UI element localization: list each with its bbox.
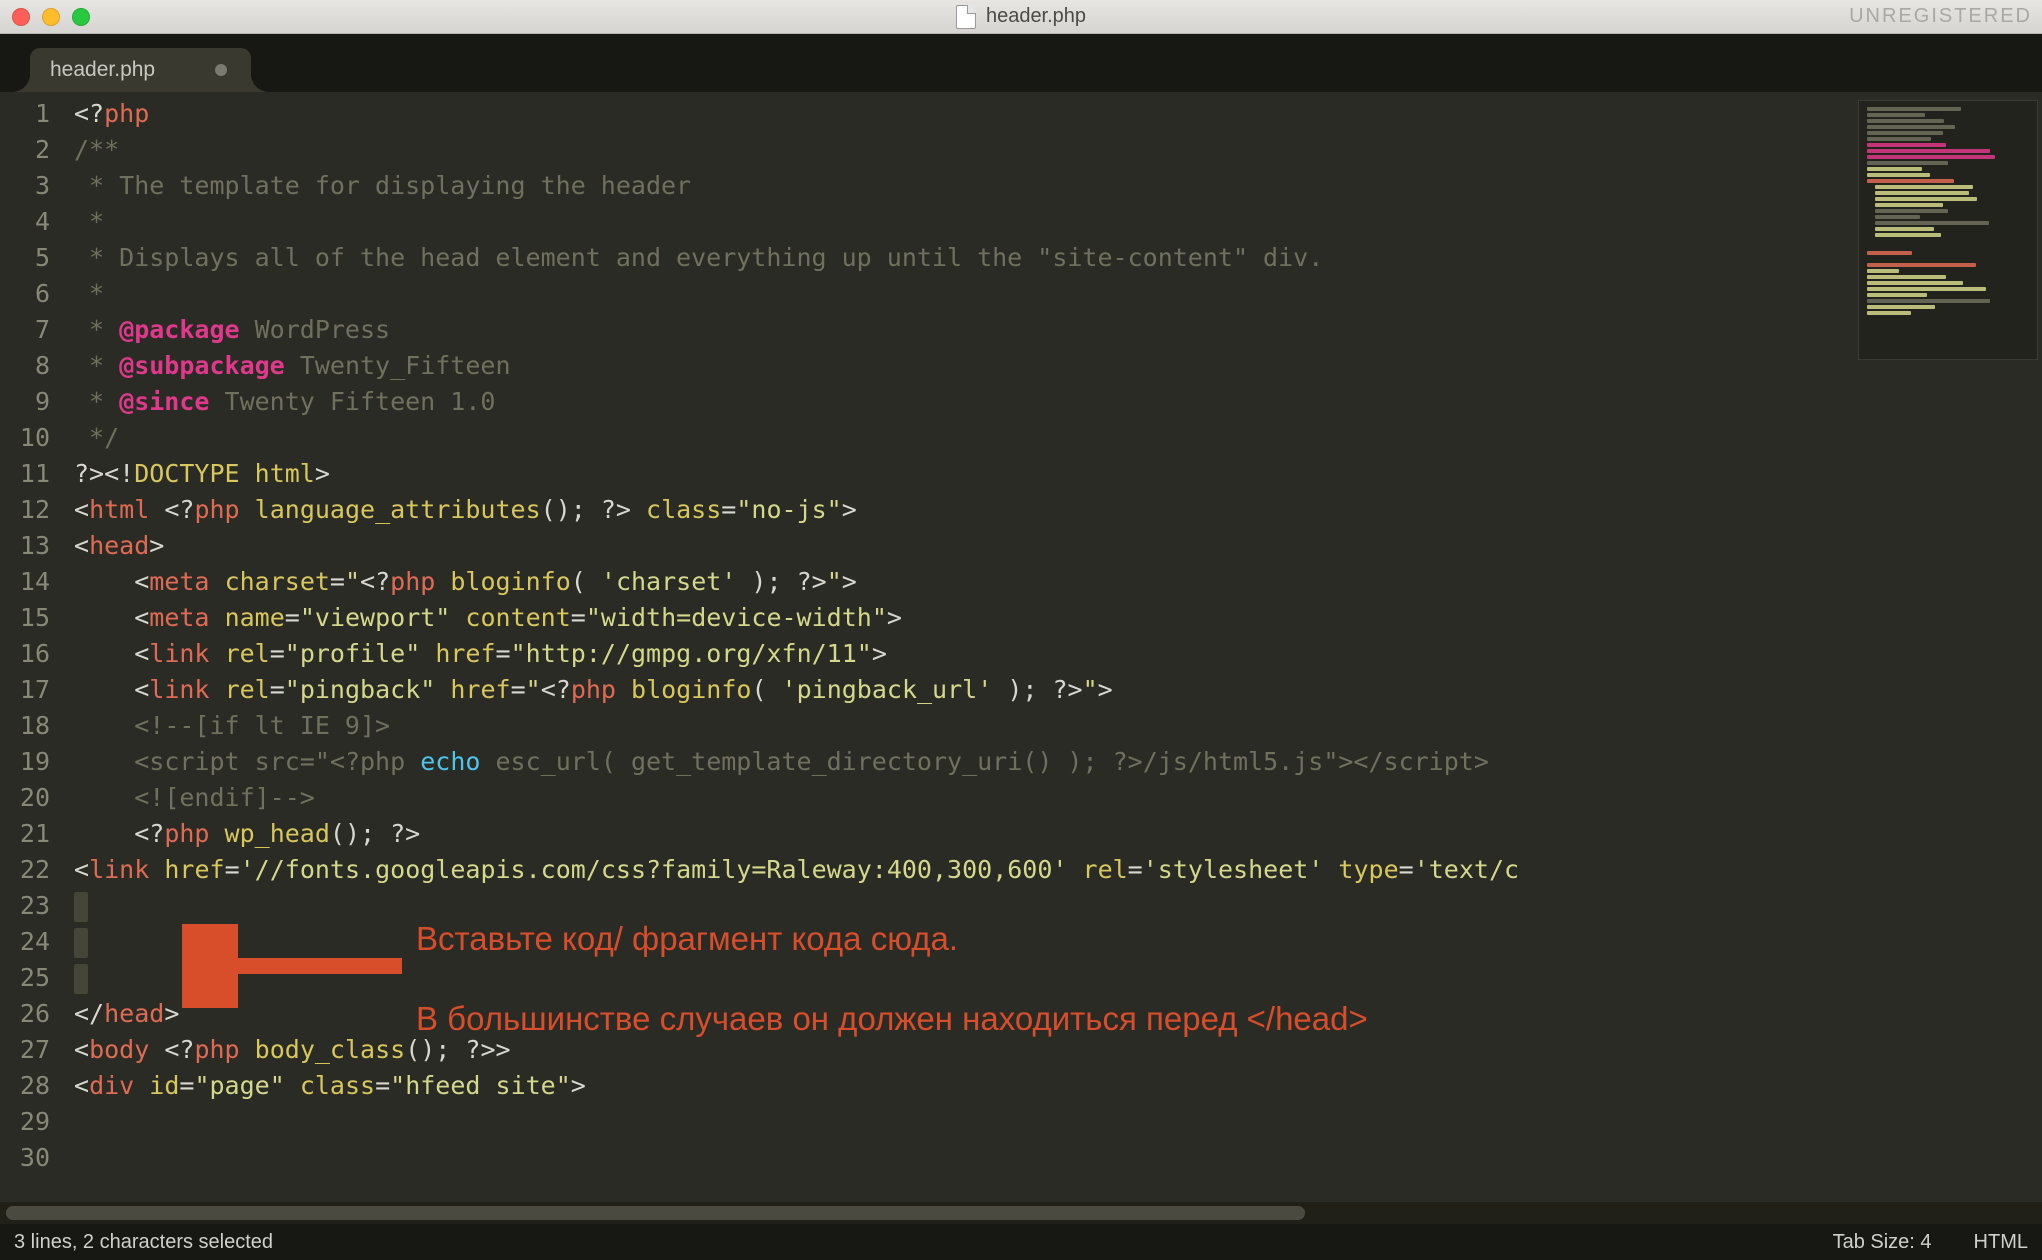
traffic-lights [12,8,90,26]
tab-dirty-indicator-icon [215,64,227,76]
tab-bar: header.php [0,42,2042,92]
registration-status: UNREGISTERED [1849,5,2032,28]
line-number-gutter[interactable]: 1234567891011121314151617181920212223242… [0,92,68,1202]
status-syntax[interactable]: HTML [1974,1231,2028,1254]
window-titlebar: header.php UNREGISTERED [0,0,2042,34]
status-selection: 3 lines, 2 characters selected [14,1231,273,1254]
scrollbar-thumb[interactable] [6,1206,1305,1220]
editor: 1234567891011121314151617181920212223242… [0,92,2042,1202]
horizontal-scrollbar[interactable] [0,1202,2042,1224]
minimap[interactable] [1858,100,2038,360]
status-bar: 3 lines, 2 characters selected Tab Size:… [0,1224,2042,1260]
window-title-text: header.php [986,5,1086,28]
annotation-arrow-icon [182,924,412,1008]
code-area[interactable]: <?php/** * The template for displaying t… [68,92,2042,1202]
close-button[interactable] [12,8,30,26]
menubar-strip [0,34,2042,42]
annotation-text-2: В большинстве случаев он должен находить… [416,1000,1368,1038]
status-right: Tab Size: 4 HTML [1833,1231,2028,1254]
window-title: header.php [956,5,1086,29]
tab-header-php[interactable]: header.php [30,48,251,92]
minimap-content [1865,107,2031,353]
maximize-button[interactable] [72,8,90,26]
file-icon [956,5,976,29]
minimize-button[interactable] [42,8,60,26]
tab-label: header.php [50,58,155,82]
annotation-text-1: Вставьте код/ фрагмент кода сюда. [416,920,958,958]
status-tab-size[interactable]: Tab Size: 4 [1833,1231,1932,1254]
